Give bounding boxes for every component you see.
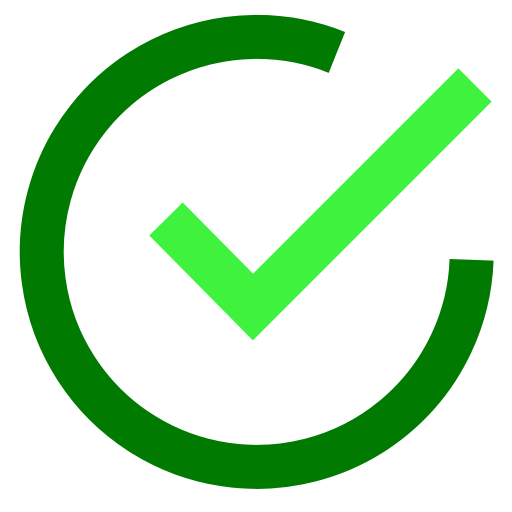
check-circle-graphic (0, 0, 512, 512)
circle-arc (19, 14, 494, 489)
check-mark (149, 68, 492, 341)
check-circle-icon (19, 14, 494, 489)
